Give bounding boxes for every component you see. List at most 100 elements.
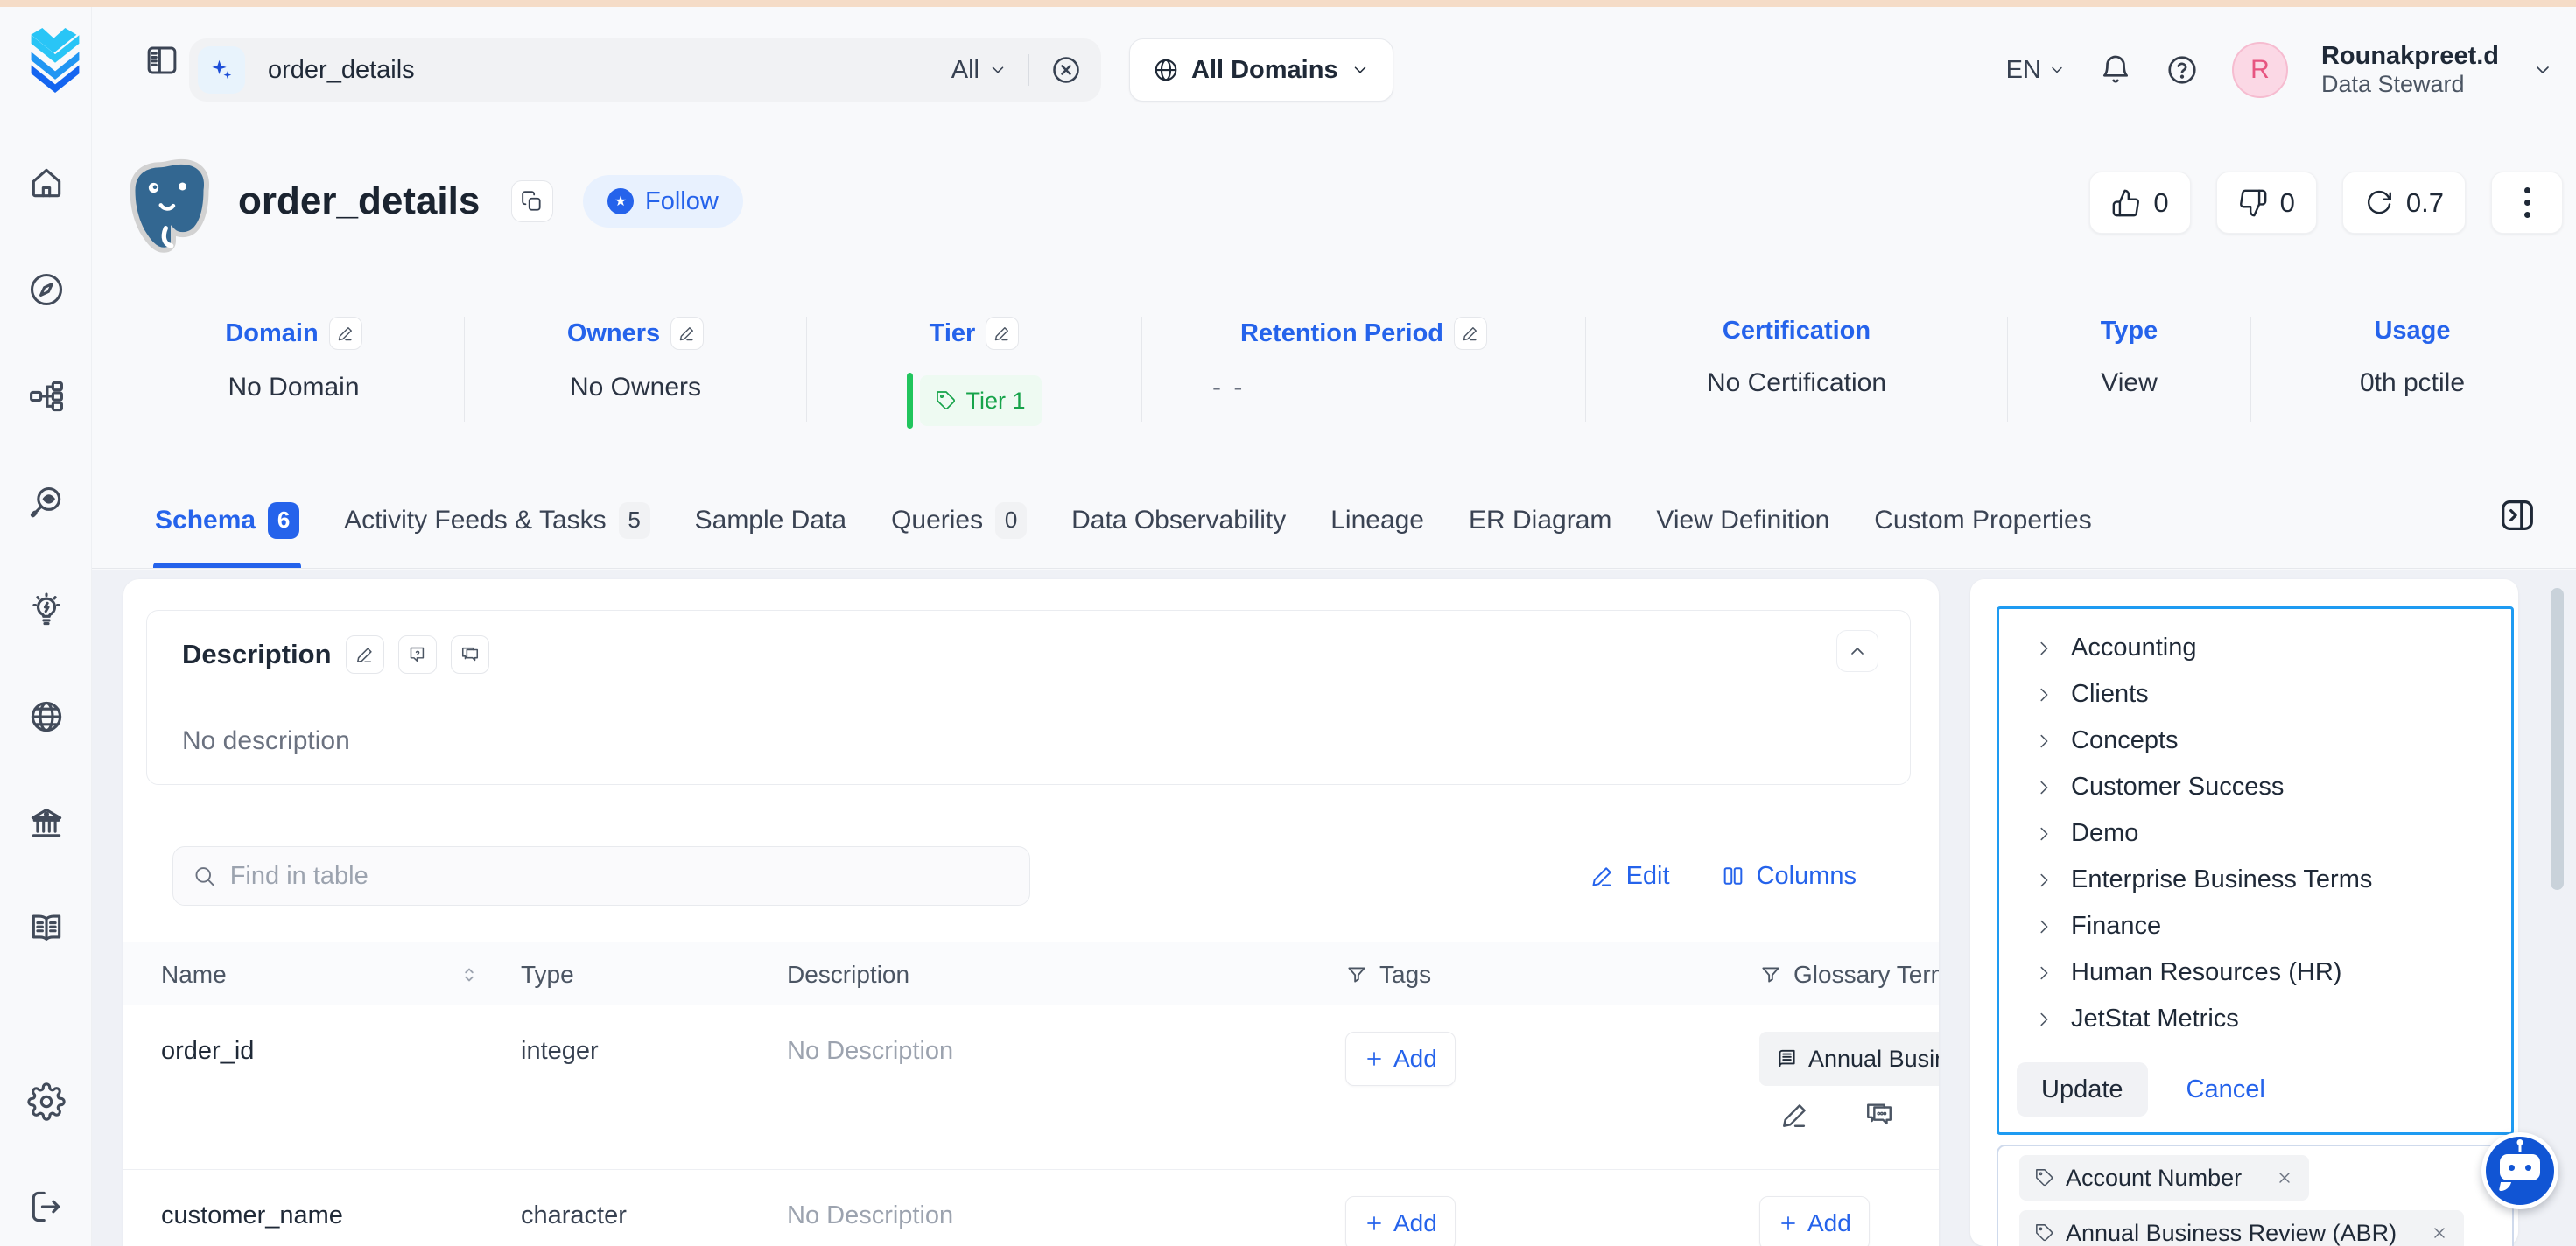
close-icon <box>2276 1169 2293 1186</box>
tier-badge[interactable]: Tier 1 <box>907 373 1041 429</box>
edit-owners-button[interactable] <box>670 317 704 350</box>
edit-description-button[interactable] <box>346 635 384 674</box>
score-button[interactable]: 0.7 <box>2342 172 2466 234</box>
more-actions-button[interactable] <box>2491 172 2563 234</box>
collapse-sidebar-button[interactable] <box>140 38 184 82</box>
tab-sample-data[interactable]: Sample Data <box>693 472 848 568</box>
column-description-value: No Description <box>787 1037 953 1066</box>
edit-table-button[interactable]: Edit <box>1590 862 1670 891</box>
column-header-description[interactable]: Description <box>787 942 909 1006</box>
user-menu[interactable]: Rounakpreet.d Data Steward <box>2321 42 2499 98</box>
tab-custom-properties[interactable]: Custom Properties <box>1872 472 2093 568</box>
meta-owners-label: Owners <box>567 319 660 348</box>
add-tag-button[interactable]: Add <box>1345 1032 1456 1086</box>
sidebar-item-insights[interactable] <box>26 590 67 630</box>
help-button[interactable] <box>2165 53 2199 87</box>
tab-view-definition-label: View Definition <box>1656 506 1829 536</box>
follow-label: Follow <box>645 187 719 216</box>
cancel-button[interactable]: Cancel <box>2186 1075 2265 1104</box>
tier-value: Tier 1 <box>965 388 1025 415</box>
column-name-value: customer_name <box>161 1201 343 1230</box>
table-row[interactable]: customer_name character varying(100) No … <box>123 1170 1939 1246</box>
column-header-tags[interactable]: Tags <box>1345 942 1431 1006</box>
glossary-node-customer-success[interactable]: Customer Success <box>1999 764 2511 810</box>
sidebar-item-products[interactable] <box>26 376 67 416</box>
notifications-button[interactable] <box>2099 53 2132 87</box>
column-header-glossary[interactable]: Glossary Terms <box>1759 942 1939 1006</box>
glossary-node-concepts[interactable]: Concepts <box>1999 718 2511 764</box>
find-in-table-input[interactable] <box>230 862 1010 891</box>
search-input-value[interactable]: order_details <box>268 56 951 85</box>
tab-queries[interactable]: Queries 0 <box>889 472 1028 568</box>
global-search-bar[interactable]: order_details All <box>189 38 1101 102</box>
language-label: EN <box>2006 56 2041 85</box>
follow-button[interactable]: ★ Follow <box>583 175 743 228</box>
glossary-node-finance[interactable]: Finance <box>1999 903 2511 949</box>
edit-retention-button[interactable] <box>1454 317 1487 350</box>
atlan-logo[interactable] <box>26 28 84 93</box>
scrollbar-thumb[interactable] <box>2551 588 2564 890</box>
chevron-down-icon[interactable] <box>2532 60 2553 80</box>
tab-activity-feeds[interactable]: Activity Feeds & Tasks 5 <box>342 472 652 568</box>
lightbulb-bolt-icon <box>27 591 66 629</box>
tab-schema[interactable]: Schema 6 <box>153 472 301 568</box>
sidebar-item-governance[interactable] <box>26 803 67 844</box>
edit-tier-button[interactable] <box>986 317 1019 350</box>
sidebar-item-logout[interactable] <box>26 1186 67 1227</box>
description-comments-button[interactable] <box>451 635 489 674</box>
table-row[interactable]: order_id integer No Description Add Annu… <box>123 1005 1939 1170</box>
tab-view-definition[interactable]: View Definition <box>1654 472 1831 568</box>
sort-name-control[interactable] <box>458 942 481 1006</box>
open-right-panel-button[interactable] <box>2492 490 2543 541</box>
language-dropdown[interactable]: EN <box>2006 56 2066 85</box>
column-header-name[interactable]: Name <box>161 942 227 1006</box>
remove-term-button[interactable] <box>2431 1224 2448 1242</box>
glossary-node-clients[interactable]: Clients <box>1999 671 2511 718</box>
add-glossary-term-button[interactable]: Add <box>1759 1196 1870 1246</box>
downvote-button[interactable]: 0 <box>2216 172 2317 234</box>
meta-type-label: Type <box>2101 317 2158 346</box>
tab-data-observability[interactable]: Data Observability <box>1070 472 1288 568</box>
home-icon <box>27 164 66 202</box>
upvote-button[interactable]: 0 <box>2089 172 2190 234</box>
selected-term-chip: Account Number <box>2019 1155 2309 1200</box>
glossary-node-human-resources[interactable]: Human Resources (HR) <box>1999 949 2511 996</box>
add-tag-button[interactable]: Add <box>1345 1196 1456 1246</box>
meta-owners-value: No Owners <box>570 373 701 402</box>
all-domains-dropdown[interactable]: All Domains <box>1129 38 1393 102</box>
sidebar-item-settings[interactable] <box>26 1082 67 1122</box>
tab-er-diagram[interactable]: ER Diagram <box>1467 472 1613 568</box>
find-in-table-field[interactable] <box>172 846 1030 906</box>
glossary-node-demo[interactable]: Demo <box>1999 810 2511 857</box>
description-card: Description No description <box>146 610 1911 785</box>
sidebar-item-web[interactable] <box>26 696 67 737</box>
sidebar-item-observability[interactable] <box>26 483 67 523</box>
tab-lineage[interactable]: Lineage <box>1329 472 1426 568</box>
search-scope-dropdown[interactable]: All <box>951 56 1007 85</box>
chat-assistant-button[interactable] <box>2481 1132 2558 1209</box>
sidebar-item-glossary[interactable] <box>26 908 67 948</box>
avatar[interactable]: R <box>2232 42 2288 98</box>
copy-name-button[interactable] <box>511 180 553 222</box>
glossary-term-label: Annual Business Review (ABR) <box>1808 1046 1939 1073</box>
tab-schema-label: Schema <box>155 506 256 536</box>
sidebar-item-discover[interactable] <box>26 270 67 310</box>
glossary-node-enterprise-business-terms[interactable]: Enterprise Business Terms <box>1999 857 2511 903</box>
edit-domain-button[interactable] <box>329 317 362 350</box>
glossary-node-jetstat-metrics[interactable]: JetStat Metrics <box>1999 996 2511 1042</box>
remove-term-button[interactable] <box>2276 1169 2293 1186</box>
suggest-description-button[interactable] <box>398 635 437 674</box>
comments-icon <box>1864 1100 1894 1130</box>
glossary-term-chip[interactable]: Annual Business Review (ABR) <box>1759 1032 1939 1086</box>
clear-search-icon[interactable] <box>1050 54 1082 86</box>
glossary-comments-button[interactable] <box>1864 1100 1894 1130</box>
glossary-node-accounting[interactable]: Accounting <box>1999 625 2511 671</box>
edit-glossary-button[interactable] <box>1780 1100 1810 1130</box>
column-header-type[interactable]: Type <box>521 942 574 1006</box>
metadata-strip: Domain No Domain Owners No Owners Tier T… <box>123 317 2573 422</box>
tab-queries-badge: 0 <box>995 502 1027 539</box>
columns-button[interactable]: Columns <box>1721 862 1857 891</box>
collapse-description-button[interactable] <box>1836 630 1878 672</box>
update-button[interactable]: Update <box>2017 1062 2148 1116</box>
sidebar-item-home[interactable] <box>26 163 67 203</box>
